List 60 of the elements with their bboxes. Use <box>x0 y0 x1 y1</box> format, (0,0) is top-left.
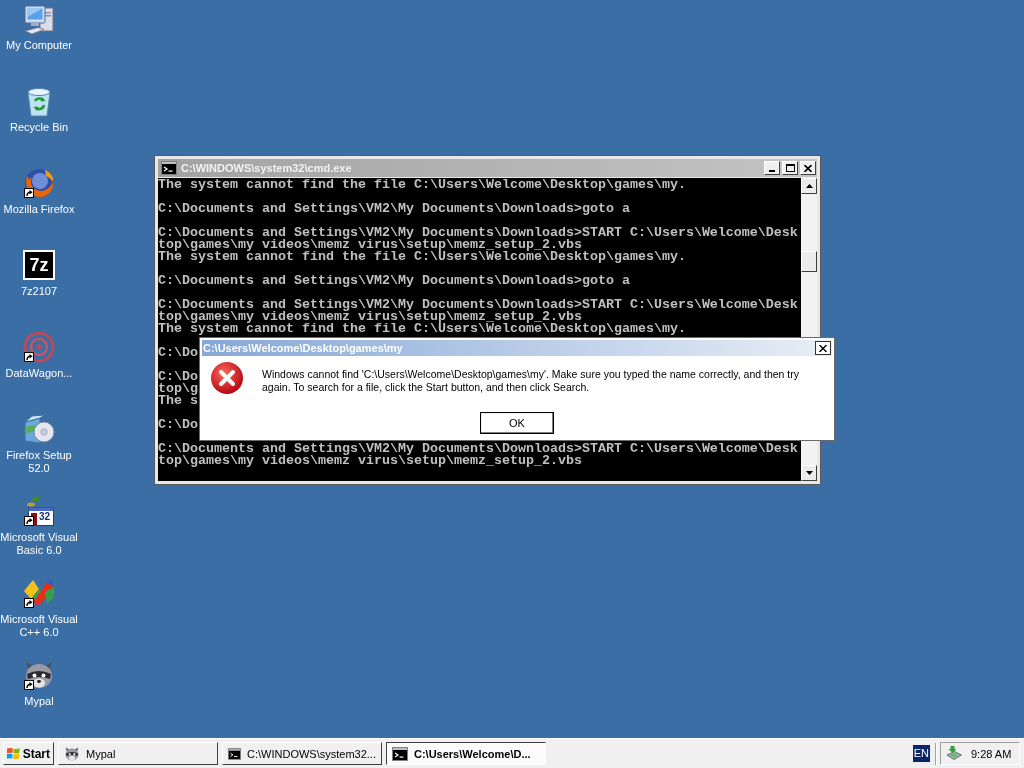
minimize-icon <box>769 170 775 172</box>
minimize-button[interactable] <box>764 161 780 175</box>
console-icon <box>392 746 408 761</box>
down-arrow-icon <box>805 471 813 475</box>
desktop-icon-label[interactable]: My Computer <box>0 39 78 52</box>
icon-number: 32 <box>39 511 51 522</box>
console-line: C:\Do <box>158 347 198 359</box>
console-line: top\games\my videos\memz virus\setup\memz_setup_2.vbs <box>158 239 582 251</box>
raccoon-icon <box>64 745 80 762</box>
console-line: C:\Documents and Settings\VM2\My Documents\Downloads>START C:\Users\Welcome\Desk <box>158 299 798 311</box>
console-line: C:\Documents and Settings\VM2\My Documents\Downloads>goto a <box>158 275 630 287</box>
start-button[interactable]: Start <box>3 742 54 765</box>
close-icon <box>819 344 827 352</box>
archive-logo[interactable]: 7z <box>23 250 55 280</box>
desktop-icon-label[interactable]: 7z2107 <box>0 285 78 298</box>
window-title: C:\WINDOWS\system32\cmd.exe <box>181 162 353 174</box>
error-icon <box>211 362 243 394</box>
raccoon-icon[interactable] <box>23 659 55 691</box>
up-arrow-icon <box>805 184 813 188</box>
taskbar-button[interactable]: C:\Users\Welcome\D... <box>386 742 546 765</box>
console-line: C:\Documents and Settings\VM2\My Documents\Downloads>START C:\Users\Welcome\Desk <box>158 443 798 455</box>
maximize-icon <box>785 164 795 172</box>
close-icon <box>804 164 812 172</box>
computer-icon[interactable] <box>23 3 55 35</box>
target-icon[interactable] <box>23 331 55 363</box>
clock[interactable]: 9:28 AM <box>971 747 1012 760</box>
ok-button[interactable]: OK <box>480 412 554 434</box>
disc-box-icon[interactable] <box>23 413 55 445</box>
desktop-icon-label[interactable]: Mozilla Firefox <box>0 203 78 216</box>
console-line: The system cannot find the file C:\Users\Welcome\Desktop\games\my. <box>158 179 686 191</box>
console-line: top\games\my videos\memz virus\setup\memz_setup_2.vbs <box>158 455 582 467</box>
scrollbar-thumb[interactable] <box>801 251 817 272</box>
console-line: C:\Documents and Settings\VM2\My Documents\Downloads>goto a <box>158 203 630 215</box>
desktop-icon-label[interactable]: DataWagon... <box>0 367 78 380</box>
desktop-icon-label[interactable]: Firefox Setup 52.0 <box>0 449 78 475</box>
console-line: C:\Do <box>158 371 198 383</box>
console-line: top\g <box>158 383 198 395</box>
desktop-icon-label[interactable]: Microsoft Visual C++ 6.0 <box>0 613 78 639</box>
close-button[interactable] <box>815 341 831 355</box>
console-icon <box>161 161 177 175</box>
maximize-button[interactable] <box>782 161 798 175</box>
download-icon[interactable] <box>946 746 962 761</box>
scroll-up-button[interactable] <box>801 178 817 194</box>
console-line: C:\Documents and Settings\VM2\My Documents\Downloads>START C:\Users\Welcome\Desk <box>158 227 798 239</box>
dialog-title: C:\Users\Welcome\Desktop\games\my <box>203 342 404 354</box>
console-line: The system cannot find the file C:\Users\Welcome\Desktop\games\my. <box>158 251 686 263</box>
error-message: Windows cannot find 'C:\Users\Welcome\Desktop\games\my'. Make sure you typed the name correctly, and then try again. To search for a file, click the Start button, and then click Search. <box>262 367 800 394</box>
desktop-icon-label[interactable]: Microsoft Visual Basic 6.0 <box>0 531 78 557</box>
windows-logo-icon <box>7 746 20 761</box>
desktop-icon-label[interactable]: Recycle Bin <box>0 121 78 134</box>
desktop-icon-label[interactable]: Mypal <box>0 695 78 708</box>
taskbar-button[interactable]: C:\WINDOWS\system32... <box>222 742 382 765</box>
console-line: C:\Do <box>158 419 198 431</box>
taskbar-button[interactable]: Mypal <box>58 742 218 765</box>
language-indicator[interactable]: EN <box>912 745 930 762</box>
console-icon <box>228 746 242 761</box>
scroll-down-button[interactable] <box>801 465 817 481</box>
console-line: The s <box>158 395 198 407</box>
console-line: The system cannot find the file C:\Users\Welcome\Desktop\games\my. <box>158 323 686 335</box>
console-line: top\games\my videos\memz virus\setup\memz_setup_2.vbs <box>158 311 582 323</box>
